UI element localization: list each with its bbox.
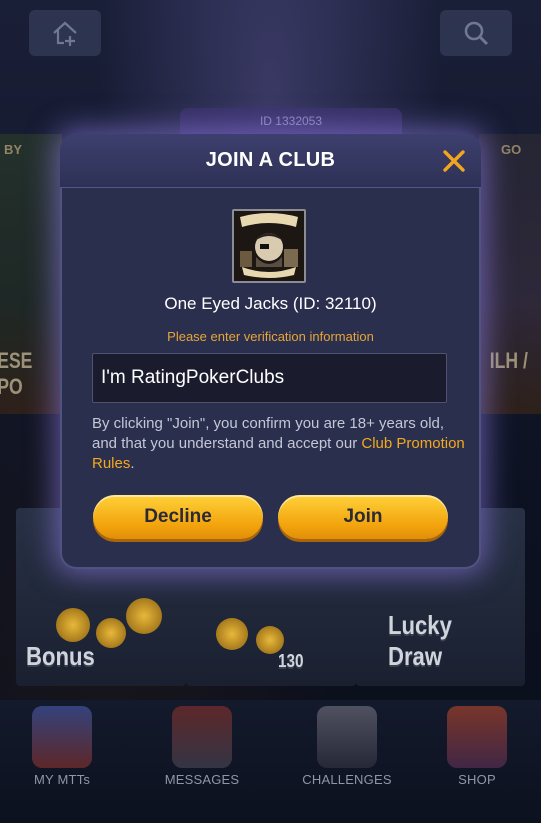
terms-suffix: .: [130, 455, 135, 472]
decline-button[interactable]: Decline: [93, 495, 263, 539]
nav-my-mtts[interactable]: MY MTTs: [7, 700, 117, 787]
club-logo: [232, 209, 306, 283]
nav-messages[interactable]: MESSAGES: [147, 700, 257, 787]
verification-input[interactable]: [92, 353, 447, 403]
right-card-tag: GO: [501, 142, 522, 157]
shopping-cart-icon: [447, 706, 507, 768]
search-button[interactable]: [440, 10, 512, 56]
join-club-dialog: JOIN A CLUB One Eyed Jacks (ID: 32110) P…: [60, 134, 481, 569]
home-add-icon: [53, 21, 77, 46]
coin-icon: [256, 626, 284, 654]
mailbox-icon: [172, 706, 232, 768]
coin-icon: [96, 618, 126, 648]
bonus-label: Bonus: [26, 641, 95, 671]
nav-challenges-label: CHALLENGES: [302, 772, 392, 787]
left-featured-card[interactable]: BY ESE PO: [0, 134, 62, 414]
home-add-button[interactable]: [29, 10, 101, 56]
terms-text: By clicking "Join", you confirm you are …: [92, 414, 472, 474]
verification-hint: Please enter verification information: [167, 329, 374, 344]
coin-icon: [126, 598, 162, 634]
bottom-navigation: MY MTTs MESSAGES CHALLENGES SHOP: [0, 700, 541, 823]
right-featured-card[interactable]: GO ILH /: [479, 134, 541, 414]
coin-icon: [216, 618, 248, 650]
tile-badge-count: 130: [278, 651, 304, 671]
join-button[interactable]: Join: [278, 495, 448, 539]
right-card-title: ILH /: [489, 348, 528, 373]
coin-icon: [56, 608, 90, 642]
nav-my-mtts-label: MY MTTs: [33, 772, 91, 787]
dialog-header: JOIN A CLUB: [60, 134, 481, 188]
search-icon: [464, 21, 489, 46]
dialog-title: JOIN A CLUB: [205, 149, 336, 171]
tournament-icon: [32, 706, 92, 768]
nav-shop-label: SHOP: [458, 772, 496, 787]
club-logo-emblem: [234, 211, 304, 281]
club-name: One Eyed Jacks (ID: 32110): [164, 294, 377, 313]
nav-messages-label: MESSAGES: [164, 772, 240, 787]
left-card-tag: BY: [4, 142, 23, 157]
cards-icon: [317, 706, 377, 768]
nav-shop[interactable]: SHOP: [422, 700, 532, 787]
nav-challenges[interactable]: CHALLENGES: [292, 700, 402, 787]
left-card-title: ESE PO: [0, 348, 33, 399]
close-icon[interactable]: [441, 148, 467, 174]
lucky-draw-label: Lucky Draw: [388, 610, 452, 671]
